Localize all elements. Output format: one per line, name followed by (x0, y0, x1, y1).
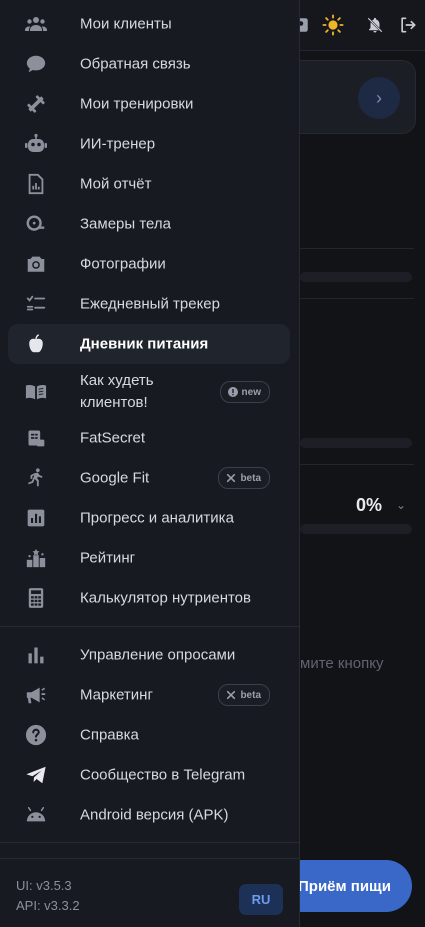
leaderboard-icon (24, 546, 48, 570)
android-icon (24, 803, 48, 827)
menu-item-body-measurements[interactable]: Замеры тела (8, 204, 290, 244)
new-badge: new (219, 381, 270, 403)
menu-item-rating[interactable]: Рейтинг (8, 538, 290, 578)
chevron-right-icon[interactable]: › (358, 77, 400, 119)
fatsecret-icon (24, 426, 48, 450)
menu-label: Android версия (APK) (80, 806, 229, 824)
menu-item-daily-tracker[interactable]: Ежедневный трекер (8, 284, 290, 324)
divider (300, 298, 414, 299)
runner-icon (24, 466, 48, 490)
menu-item-nutrient-calculator[interactable]: Калькулятор нутриентов (8, 578, 290, 618)
bell-off-icon[interactable] (364, 14, 386, 36)
tools-icon (227, 690, 236, 700)
menu-item-google-fit[interactable]: Google Fit beta (8, 458, 290, 498)
menu-label: FatSecret (80, 429, 146, 447)
report-icon (24, 172, 48, 196)
progress-track (300, 438, 412, 448)
divider (300, 464, 414, 465)
beta-badge: beta (218, 684, 270, 706)
people-icon (24, 12, 48, 36)
menu-item-help[interactable]: Справка (8, 715, 290, 755)
menu-label: Мои клиенты (80, 15, 172, 33)
bar-chart-icon (24, 643, 48, 667)
divider (300, 248, 414, 249)
menu-label: Ежедневный трекер (80, 295, 220, 313)
chat-icon (24, 52, 48, 76)
checklist-icon (24, 292, 48, 316)
menu-item-food-diary[interactable]: Дневник питания (8, 324, 290, 364)
menu-label: Маркетинг (80, 686, 153, 704)
progress-track (300, 524, 412, 534)
dumbbell-icon (24, 92, 48, 116)
menu-label: Обратная связь (80, 55, 191, 73)
menu-item-ai-trainer[interactable]: ИИ-тренер (8, 124, 290, 164)
progress-track (300, 272, 412, 282)
menu-label: Мой отчёт (80, 175, 152, 193)
badge-label: new (241, 386, 261, 398)
menu-label: Управление опросами (80, 646, 236, 664)
menu-item-marketing[interactable]: Маркетинг beta (8, 675, 290, 715)
badge-label: beta (240, 689, 261, 701)
ui-version: UI: v3.5.3 (16, 878, 72, 893)
help-icon (24, 723, 48, 747)
menu-item-report[interactable]: Мой отчёт (8, 164, 290, 204)
calculator-icon (24, 586, 48, 610)
measure-icon (24, 212, 48, 236)
menu-divider (0, 626, 299, 627)
menu-label: Замеры тела (80, 215, 171, 233)
menu-label: Мои тренировки (80, 95, 194, 113)
book-icon (24, 380, 48, 404)
telegram-icon (24, 763, 48, 787)
percent-value: 0% (356, 495, 383, 515)
menu-item-telegram[interactable]: Сообщество в Telegram (8, 755, 290, 795)
menu-item-fatsecret[interactable]: FatSecret (8, 418, 290, 458)
menu-divider (0, 842, 299, 843)
empty-hint-text: мите кнопку (300, 655, 384, 672)
badge-label: beta (240, 472, 261, 484)
menu-label: Сообщество в Telegram (80, 766, 246, 784)
menu-label: Прогресс и аналитика (80, 509, 234, 527)
menu-label: Фотографии (80, 255, 166, 273)
menu-item-workouts[interactable]: Мои тренировки (8, 84, 290, 124)
menu-item-surveys[interactable]: Управление опросами (8, 635, 290, 675)
footer-divider (0, 858, 299, 859)
menu-label: Дневник питания (80, 335, 209, 353)
menu-label: Калькулятор нутриентов (80, 589, 251, 607)
tools-icon (227, 473, 236, 483)
api-version: API: v3.3.2 (16, 898, 80, 913)
chevron-down-icon[interactable]: ⌄ (396, 498, 406, 512)
sun-icon[interactable] (322, 14, 344, 36)
logout-icon[interactable] (397, 14, 419, 36)
menu-label: Google Fit (80, 469, 150, 487)
navigation-drawer: Мои клиенты Обратная связь Мои тренировк… (0, 0, 300, 927)
menu-label: ИИ-тренер (80, 135, 156, 153)
menu-label: Рейтинг (80, 549, 136, 567)
robot-icon (24, 132, 48, 156)
menu-item-android-apk[interactable]: Android версия (APK) (8, 795, 290, 835)
apple-icon (24, 332, 48, 356)
menu-item-progress-analytics[interactable]: Прогресс и аналитика (8, 498, 290, 538)
menu-label: Как худеть клиентов! (80, 372, 154, 411)
camera-icon (24, 252, 48, 276)
analytics-icon (24, 506, 48, 530)
megaphone-icon (24, 683, 48, 707)
info-icon (227, 387, 238, 397)
menu-label: Справка (80, 726, 139, 744)
menu-item-weight-loss-guide[interactable]: Как худеть клиентов! new (8, 368, 290, 416)
language-button[interactable]: RU (239, 884, 283, 915)
menu-item-clients[interactable]: Мои клиенты (8, 4, 290, 44)
menu-item-feedback[interactable]: Обратная связь (8, 44, 290, 84)
beta-badge: beta (218, 467, 270, 489)
menu-item-photos[interactable]: Фотографии (8, 244, 290, 284)
